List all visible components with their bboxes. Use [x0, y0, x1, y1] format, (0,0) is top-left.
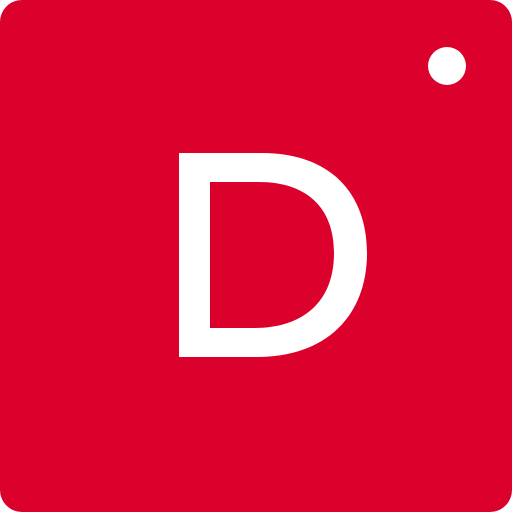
- letter-d-logo-icon: [179, 153, 367, 357]
- app-icon-tile: [0, 0, 512, 512]
